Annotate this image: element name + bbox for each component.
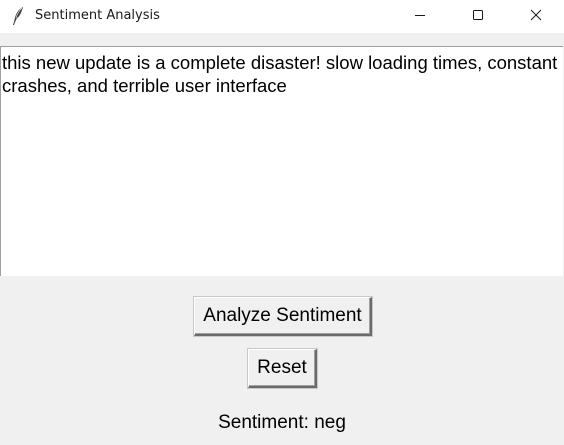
maximize-icon [472, 8, 484, 26]
maximize-button[interactable] [450, 0, 506, 33]
close-icon [530, 8, 542, 26]
feather-icon [11, 6, 25, 26]
title-bar[interactable]: Sentiment Analysis [0, 0, 564, 33]
window-title: Sentiment Analysis [35, 8, 160, 23]
app-window: Sentiment Analysis this new update is a … [0, 0, 564, 445]
review-text-input[interactable]: this new update is a complete disaster! … [0, 46, 563, 276]
close-button[interactable] [508, 0, 564, 33]
sentiment-result-label: Sentiment: neg [218, 412, 346, 433]
minimize-icon [414, 8, 426, 26]
reset-button[interactable]: Reset [248, 349, 317, 388]
analyze-sentiment-button[interactable]: Analyze Sentiment [194, 297, 372, 336]
minimize-button[interactable] [392, 0, 448, 33]
